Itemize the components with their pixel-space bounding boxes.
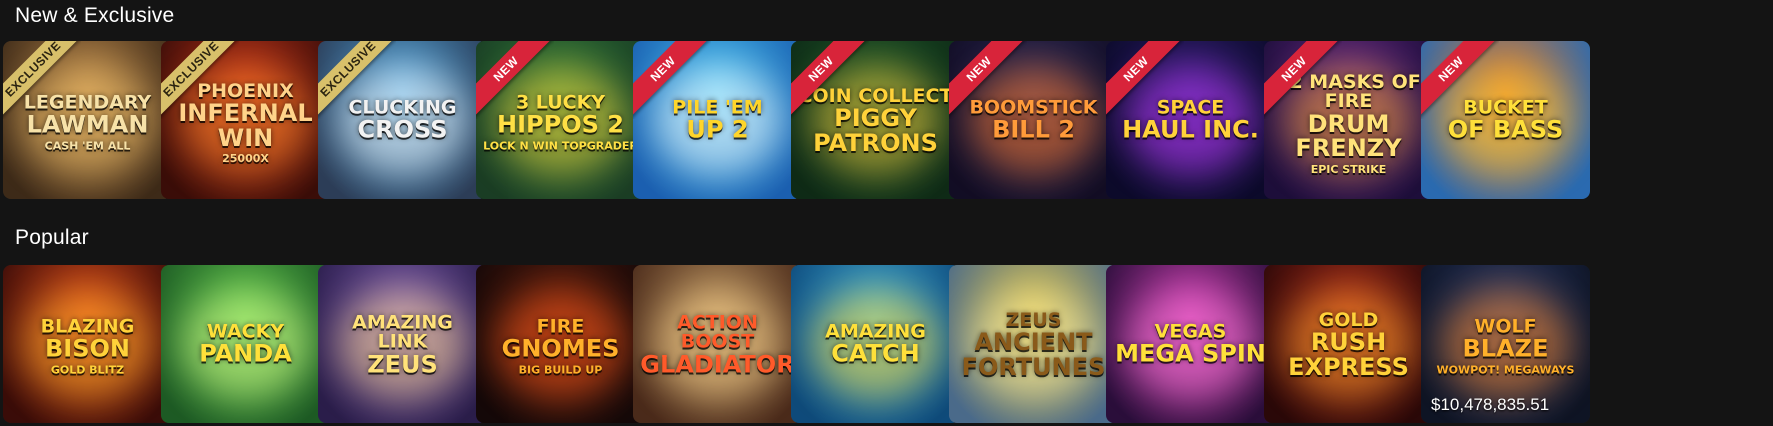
game-tile[interactable]: 3 Lucky Hippos 2 Lock n Win Topgrader NEW [476,41,645,199]
game-title-l3: Epic Strike [1310,162,1387,176]
game-title-l2: Bill 2 [992,115,1075,144]
game-title-l2: of Bass [1447,115,1564,144]
game-title-l3: 25000X [222,152,269,166]
game-tile[interactable]: Gold Rush Express [1264,265,1433,423]
badge-ribbon: NEW [949,41,1027,119]
badge-label: EXCLUSIVE [161,41,239,119]
game-tile[interactable]: Coin Collect Piggy Patrons NEW [791,41,960,199]
badge-label: NEW [476,41,554,119]
game-logo: Gold Rush Express [1270,310,1427,382]
badge-ribbon: NEW [1264,41,1342,119]
game-tile[interactable]: Space Haul Inc. NEW [1106,41,1275,199]
game-title-l3: WowPot! Megaways [1436,363,1575,377]
game-title-l2: Drum Frenzy [1295,109,1402,163]
badge-label: EXCLUSIVE [3,41,81,119]
badge-ribbon: NEW [633,41,711,119]
game-title-l2: Mega Spin [1115,339,1266,368]
game-title-l3: Cash 'Em All [44,139,131,153]
game-title-l2: Haul Inc. [1122,115,1259,144]
game-title-l3: Lock n Win Topgrader [483,139,638,153]
badge-ribbon: NEW [1421,41,1499,119]
game-tile[interactable]: Wolf Blaze WowPot! Megaways $10,478,835.51 [1421,265,1590,423]
game-logo: Blazing Bison Gold Blitz [9,316,166,377]
badge-ribbon: NEW [791,41,869,119]
game-tile[interactable]: Clucking Cross EXCLUSIVE [318,41,487,199]
badge-label: NEW [633,41,711,119]
game-tile[interactable]: Phoenix Infernal Win 25000X EXCLUSIVE [161,41,330,199]
badge-label: NEW [1106,41,1184,119]
game-title-l2: Rush Express [1288,328,1409,382]
game-tile[interactable]: Fire Gnomes Big Build Up [476,265,645,423]
game-tile[interactable]: Action Boost Gladiator [633,265,802,423]
badge-label: EXCLUSIVE [318,41,396,119]
game-title-l3: Gold Blitz [50,363,125,377]
game-tile[interactable]: Zeus Ancient Fortunes [949,265,1118,423]
game-row: Legendary Lawman Cash 'Em All EXCLUSIVE Phoe… [3,41,1773,199]
game-tile[interactable]: 12 Masks of Fire Drum Frenzy Epic Strike NE… [1264,41,1433,199]
game-title-l2: Gladiator [640,350,795,379]
jackpot-amount: $10,478,835.51 [1431,395,1550,414]
game-logo: Action Boost Gladiator [639,311,796,380]
game-logo: Amazing Link Zeus [324,311,481,380]
badge-label: NEW [1421,41,1499,119]
game-tile[interactable]: Boomstick Bill 2 NEW [949,41,1118,199]
game-title-l2: Up 2 [686,115,749,144]
game-title-l1: Action Boost [677,311,758,353]
game-tile[interactable]: Blazing Bison Gold Blitz [3,265,172,423]
game-title-l3: Big Build Up [518,363,603,377]
game-tile[interactable]: Pile 'Em Up 2 NEW [633,41,802,199]
game-title-l2: Panda [199,339,292,368]
game-tile[interactable]: Bucket of Bass NEW [1421,41,1590,199]
game-tile[interactable]: Amazing Link Zeus [318,265,487,423]
game-logo: Zeus Ancient Fortunes [955,310,1112,382]
game-title-l2: Bison [45,334,130,363]
badge-ribbon: EXCLUSIVE [161,41,239,119]
game-title-l2: Blaze [1462,334,1549,363]
game-title-l1: Amazing Link [352,311,453,353]
game-title-l2: Ancient Fortunes [961,328,1106,382]
badge-label: NEW [1264,41,1342,119]
badge-ribbon: EXCLUSIVE [3,41,81,119]
game-tile[interactable]: Vegas Mega Spin [1106,265,1275,423]
game-title-l2: Zeus [367,350,438,379]
game-title-l2: Cross [357,115,448,144]
game-logo: Wacky Panda [167,322,324,369]
game-logo: Vegas Mega Spin [1112,322,1269,369]
section-title: New & Exclusive [15,4,175,27]
game-tile[interactable]: Legendary Lawman Cash 'Em All EXCLUSIVE [3,41,172,199]
section-title: Popular [15,226,89,249]
game-logo: Wolf Blaze WowPot! Megaways [1427,316,1584,377]
game-tile[interactable]: Amazing Catch [791,265,960,423]
game-logo: Amazing Catch [797,322,954,369]
game-logo: Fire Gnomes Big Build Up [482,316,639,377]
game-title-l2: Gnomes [501,334,620,363]
badge-ribbon: NEW [1106,41,1184,119]
game-tile[interactable]: Wacky Panda [161,265,330,423]
badge-ribbon: EXCLUSIVE [318,41,396,119]
game-row: Blazing Bison Gold Blitz Wacky Panda Amazing … [3,265,1773,423]
badge-label: NEW [949,41,1027,119]
badge-ribbon: NEW [476,41,554,119]
game-title-l2: Catch [831,339,920,368]
badge-label: NEW [791,41,869,119]
